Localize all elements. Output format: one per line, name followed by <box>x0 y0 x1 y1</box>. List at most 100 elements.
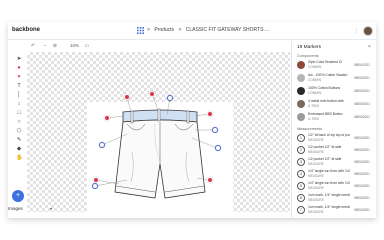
list-item[interactable]: Zipin Color Brushed Zi COMMIN 08/06/2021 <box>297 60 375 72</box>
list-item-date: 08/06/2021 <box>354 196 370 200</box>
list-item-title: 1cm mark, 1/4" single needle sitch <box>308 205 350 209</box>
zoom-out-icon[interactable]: − <box>42 43 48 49</box>
list-item[interactable]: 3 1/2 pocket 1/2" at side MEASURE 08/06/… <box>297 157 375 169</box>
list-item-date: 08/06/2021 <box>354 208 370 212</box>
measurement-number: 3 <box>297 158 305 166</box>
section-measurements-label: Measurements <box>297 127 323 131</box>
component-thumbnail <box>297 74 305 82</box>
marker-red[interactable] <box>149 91 155 97</box>
brand-logo[interactable]: backbone <box>12 27 40 33</box>
marker-red[interactable] <box>207 111 213 117</box>
markers-panel: 19 Markers × Components Zipin Color Brus… <box>291 41 376 218</box>
list-item-date: 08/06/2021 <box>354 89 370 93</box>
list-item-type: A-TRIM <box>308 104 319 108</box>
red-marker-tool-icon[interactable]: ● <box>16 65 22 71</box>
breadcrumb-product-title[interactable]: CLASSIC FIT GATEWAY SHORTS ... <box>186 27 269 33</box>
polygon-tool-icon[interactable]: ⬠ <box>16 128 22 134</box>
chevron-down-icon[interactable]: ▾ <box>50 206 52 211</box>
marker-blue[interactable] <box>167 95 173 101</box>
list-item-title: 4 metal rivet button with <box>308 99 344 103</box>
measurement-number: 2 <box>297 146 305 154</box>
design-canvas[interactable] <box>27 52 290 218</box>
breadcrumb-separator: > <box>147 27 150 33</box>
list-item[interactable]: 6 1cm mark, 1/4" single needle sitch MEA… <box>297 193 375 205</box>
list-item-type: MEASURE <box>308 198 324 202</box>
marker-blue[interactable] <box>99 142 105 148</box>
measurement-number: 5 <box>297 182 305 190</box>
component-thumbnail <box>297 61 305 69</box>
list-item-date: 08/06/2021 <box>354 102 370 106</box>
zoom-in-icon[interactable]: ⊕ <box>52 43 58 49</box>
list-item-type: COMMIN <box>308 65 322 69</box>
fill-tool-icon[interactable]: ◆ <box>16 146 22 152</box>
ruler-tool-icon[interactable]: ↕ <box>16 101 22 107</box>
marker-red[interactable] <box>124 94 130 100</box>
list-item[interactable]: 7 1cm mark, 1/4" single needle sitch MEA… <box>297 205 375 217</box>
pin-tool-icon[interactable]: ▾ <box>16 74 22 80</box>
list-item[interactable]: 100% Cotton Buttons COMMIN 08/06/2021 <box>297 86 375 98</box>
top-bar: backbone > Products > CLASSIC FIT GATEWA… <box>8 22 376 40</box>
breadcrumb: > Products > CLASSIC FIT GATEWAY SHORTS … <box>147 27 272 33</box>
measurement-number: 4 <box>297 170 305 178</box>
list-item-date: 08/06/2021 <box>354 136 370 140</box>
select-tool-icon[interactable]: ➤ <box>16 56 22 62</box>
list-item-type: MEASURE <box>308 174 324 178</box>
marker-blue[interactable] <box>215 145 221 151</box>
rectangle-tool-icon[interactable]: □ <box>16 110 22 116</box>
list-item-title: 1/2 pocket 1/2" at side <box>308 145 342 149</box>
component-thumbnail <box>297 100 305 108</box>
list-item[interactable]: 4 1/4" single tun from with 1/4" MEASURE… <box>297 169 375 181</box>
marker-red[interactable] <box>207 177 213 183</box>
list-item-title: 1/4" single tun from with 1/4" <box>308 181 350 185</box>
list-item-type: COMMIN <box>308 78 322 82</box>
list-item[interactable]: 2 1/2 pocket 1/2" at side MEASURE 08/06/… <box>297 145 375 157</box>
component-thumbnail <box>297 87 305 95</box>
list-item-date: 08/06/2021 <box>354 160 370 164</box>
images-tab-label[interactable]: Images <box>8 206 23 211</box>
tool-palette: ➤ ● ▾ T │ ↕ □ ○ ⬠ ✎ ◆ ✋ <box>14 56 24 176</box>
undo-icon[interactable]: ↶ <box>30 43 36 49</box>
list-item-date: 08/06/2021 <box>354 76 370 80</box>
breadcrumb-products[interactable]: Products <box>154 27 174 33</box>
list-item-date: 08/06/2021 <box>354 63 370 67</box>
marker-blue[interactable] <box>212 127 218 133</box>
list-item-type: COMMIN <box>308 91 322 95</box>
list-item[interactable]: Embossed BBS Button A-TRIM 08/06/2021 <box>297 112 375 124</box>
measurement-number: 6 <box>297 194 305 202</box>
list-item[interactable]: 1 1/2 "at back of zip top of pocket MEAS… <box>297 133 375 145</box>
zoom-level[interactable]: 10% <box>70 43 79 48</box>
list-item[interactable]: 4 metal rivet button with A-TRIM 08/06/2… <box>297 99 375 111</box>
app-window: backbone > Products > CLASSIC FIT GATEWA… <box>8 22 376 218</box>
list-item[interactable]: 5 1/4" single tun from with 1/4" MEASURE… <box>297 181 375 193</box>
measurement-number: 7 <box>297 206 305 214</box>
user-avatar[interactable] <box>363 26 373 36</box>
list-item-title: 1cm mark, 1/4" single needle sitch <box>308 193 350 197</box>
add-image-button[interactable]: + <box>12 190 24 202</box>
close-icon[interactable]: × <box>368 44 371 50</box>
pen-tool-icon[interactable]: ✎ <box>16 137 22 143</box>
list-item[interactable]: Aw - 100% Cotton Swatch COMMIN 08/06/202… <box>297 73 375 85</box>
canvas-toolbar: ↶ − ⊕ 10% ▭ <box>8 41 288 51</box>
line-tool-icon[interactable]: │ <box>16 92 22 98</box>
apps-grid-icon[interactable] <box>137 27 144 34</box>
list-item-type: MEASURE <box>308 186 324 190</box>
list-item-title: 1/2 pocket 1/2" at side <box>308 157 342 161</box>
component-thumbnail <box>297 113 305 121</box>
list-item-type: MEASURE <box>308 210 324 214</box>
list-item-title: 100% Cotton Buttons <box>308 86 341 90</box>
marker-red[interactable] <box>104 115 110 121</box>
list-item-type: MEASURE <box>308 150 324 154</box>
panel-title: 19 Markers <box>297 45 321 50</box>
section-components-label: Components <box>297 54 319 58</box>
list-item-type: MEASURE <box>308 138 324 142</box>
marker-blue[interactable] <box>92 183 98 189</box>
more-options-icon[interactable]: ⋮ <box>354 28 359 34</box>
fit-screen-icon[interactable]: ▭ <box>84 43 90 49</box>
text-tool-icon[interactable]: T <box>16 83 22 89</box>
list-item-title: Embossed BBS Button <box>308 112 343 116</box>
ellipse-tool-icon[interactable]: ○ <box>16 119 22 125</box>
hand-tool-icon[interactable]: ✋ <box>16 155 23 161</box>
list-item-date: 08/06/2021 <box>354 115 370 119</box>
list-item-date: 08/06/2021 <box>354 148 370 152</box>
list-item-title: 1/2 "at back of zip top of pocket <box>308 133 350 137</box>
